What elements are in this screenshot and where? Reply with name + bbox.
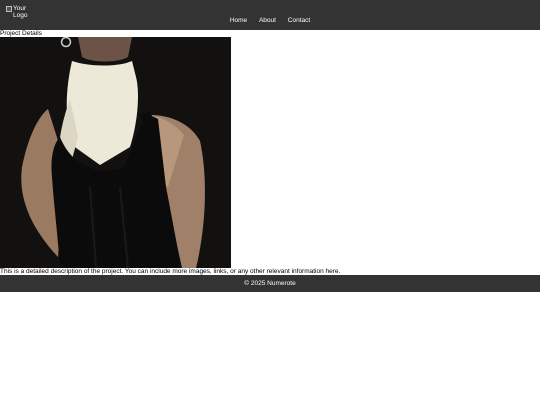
project-image bbox=[0, 37, 231, 268]
site-header: Your Logo Home About Contact bbox=[0, 0, 540, 30]
main-nav: Home About Contact bbox=[0, 17, 540, 24]
nav-link-home[interactable]: Home bbox=[230, 17, 247, 24]
nav-link-about[interactable]: About bbox=[259, 17, 276, 24]
copyright-text: © 2025 Numerote bbox=[244, 280, 296, 287]
site-footer: © 2025 Numerote bbox=[0, 275, 540, 292]
project-description: This is a detailed description of the pr… bbox=[0, 268, 341, 275]
page-title: Project Details bbox=[0, 30, 42, 37]
broken-image-icon bbox=[6, 6, 12, 12]
nav-link-contact[interactable]: Contact bbox=[288, 17, 310, 24]
